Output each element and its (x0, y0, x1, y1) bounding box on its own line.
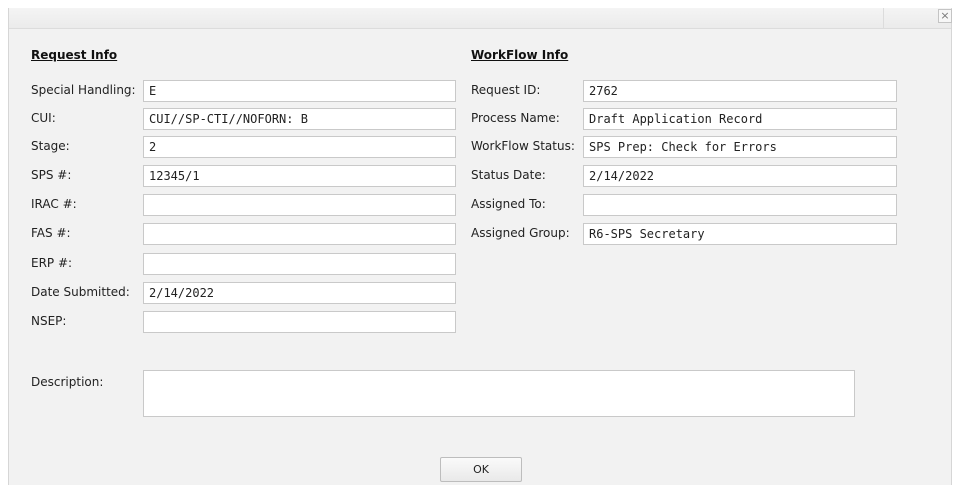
assigned-group-label: Assigned Group: (471, 226, 570, 240)
erp-number-label: ERP #: (31, 256, 73, 270)
sps-number-field[interactable] (143, 165, 456, 187)
status-date-label: Status Date: (471, 168, 546, 182)
status-date-field[interactable] (583, 165, 897, 187)
process-name-label: Process Name: (471, 111, 560, 125)
irac-number-field[interactable] (143, 194, 456, 216)
workflow-status-label: WorkFlow Status: (471, 139, 575, 153)
sps-number-label: SPS #: (31, 168, 72, 182)
workflow-info-heading: WorkFlow Info (471, 48, 569, 62)
dialog-titlebar[interactable] (9, 8, 951, 29)
date-submitted-label: Date Submitted: (31, 285, 130, 299)
process-name-field[interactable] (583, 108, 897, 130)
request-id-field[interactable] (583, 80, 897, 102)
irac-number-label: IRAC #: (31, 197, 77, 211)
assigned-to-field[interactable] (583, 194, 897, 216)
special-handling-field[interactable] (143, 80, 456, 102)
stage-field[interactable] (143, 136, 456, 158)
cui-field[interactable] (143, 108, 456, 130)
description-label: Description: (31, 375, 104, 389)
cui-label: CUI: (31, 111, 56, 125)
request-id-label: Request ID: (471, 83, 541, 97)
erp-number-field[interactable] (143, 253, 456, 275)
assigned-to-label: Assigned To: (471, 197, 546, 211)
special-handling-label: Special Handling: (31, 83, 136, 97)
request-info-heading: Request Info (31, 48, 118, 62)
workflow-status-field[interactable] (583, 136, 897, 158)
fas-number-field[interactable] (143, 223, 456, 245)
nsep-field[interactable] (143, 311, 456, 333)
titlebar-divider (883, 8, 884, 28)
fas-number-label: FAS #: (31, 226, 71, 240)
description-field[interactable] (143, 370, 855, 417)
date-submitted-field[interactable] (143, 282, 456, 304)
nsep-label: NSEP: (31, 314, 67, 328)
ok-button[interactable]: OK (440, 457, 522, 482)
stage-label: Stage: (31, 139, 70, 153)
assigned-group-field[interactable] (583, 223, 897, 245)
close-icon[interactable]: × (938, 9, 952, 23)
